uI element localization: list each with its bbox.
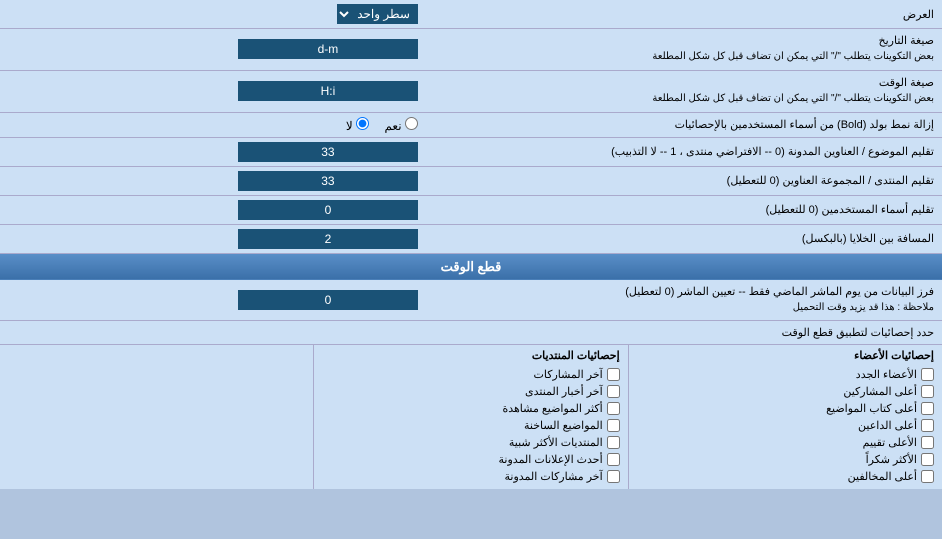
- checkbox-hot-topics[interactable]: المواضيع الساخنة: [322, 417, 619, 434]
- label-bold-remove: إزالة نمط بولد (Bold) من أسماء المستخدمي…: [424, 112, 942, 137]
- trim-forum-input[interactable]: [238, 171, 418, 191]
- checkbox-top-inviters[interactable]: أعلى الداعين: [637, 417, 934, 434]
- label-trim-usernames: تقليم أسماء المستخدمين (0 للتعطيل): [424, 195, 942, 224]
- checkbox-top-posters[interactable]: أعلى المشاركين: [637, 383, 934, 400]
- checkbox-label-top-thread-authors: أعلى كتاب المواضيع: [826, 402, 917, 415]
- checkbox-label-top-posters: أعلى المشاركين: [843, 385, 917, 398]
- col1-title: إحصائيات الأعضاء: [637, 349, 934, 362]
- filter-data-input[interactable]: [238, 290, 418, 310]
- checkbox-label-top-violators: أعلى المخالفين: [848, 470, 917, 483]
- trim-topic-input[interactable]: [238, 142, 418, 162]
- checkbox-forum-news[interactable]: آخر أخبار المنتدى: [322, 383, 619, 400]
- col3-placeholder: [8, 349, 305, 361]
- section-cutoff-time: قطع الوقت: [0, 253, 942, 280]
- stats-apply-label: حدد إحصائيات لتطبيق قطع الوقت: [0, 321, 942, 345]
- radio-no[interactable]: [356, 117, 369, 130]
- checkbox-label-top-inviters: أعلى الداعين: [858, 419, 917, 432]
- checkbox-label-top-rated: الأعلى تقييم: [863, 436, 917, 449]
- cell-spacing-input[interactable]: [238, 229, 418, 249]
- checkbox-last-posts[interactable]: آخر المشاركات: [322, 366, 619, 383]
- radio-no-label[interactable]: لا: [346, 119, 369, 133]
- trim-usernames-input[interactable]: [238, 200, 418, 220]
- عرض-dropdown[interactable]: سطر واحد: [337, 4, 418, 24]
- label-trim-topic: تقليم الموضوع / العناوين المدونة (0 -- ا…: [424, 137, 942, 166]
- radio-yes-label[interactable]: نعم: [381, 119, 418, 133]
- checkbox-top-violators[interactable]: أعلى المخالفين: [637, 468, 934, 485]
- checkbox-label-new-members: الأعضاء الجدد: [856, 368, 917, 381]
- checkbox-most-viewed[interactable]: أكثر المواضيع مشاهدة: [322, 400, 619, 417]
- label-date-format: صيغة التاريخ بعض التكوينات يتطلب "/" الت…: [424, 29, 942, 71]
- checkbox-label-latest-announcements: أحدث الإعلانات المدونة: [499, 453, 603, 466]
- checkbox-label-most-viewed: أكثر المواضيع مشاهدة: [502, 402, 602, 415]
- time-format-input[interactable]: [238, 81, 418, 101]
- checkbox-label-last-posts: آخر المشاركات: [534, 368, 603, 381]
- checkbox-label-most-thanked: الأكثر شكراً: [866, 453, 917, 466]
- label-trim-forum: تقليم المنتدى / المجموعة العناوين (0 للت…: [424, 166, 942, 195]
- checkbox-most-thanked[interactable]: الأكثر شكراً: [637, 451, 934, 468]
- col2-title: إحصائيات المنتديات: [322, 349, 619, 362]
- checkbox-latest-announcements[interactable]: أحدث الإعلانات المدونة: [322, 451, 619, 468]
- label-time-format: صيغة الوقت بعض التكوينات يتطلب "/" التي …: [424, 70, 942, 112]
- checkbox-label-most-popular-forums: المنتديات الأكثر شبية: [509, 436, 603, 449]
- checkbox-most-popular-forums[interactable]: المنتديات الأكثر شبية: [322, 434, 619, 451]
- label-cell-spacing: المسافة بين الخلايا (بالبكسل): [424, 224, 942, 253]
- checkbox-top-thread-authors[interactable]: أعلى كتاب المواضيع: [637, 400, 934, 417]
- checkbox-last-blog-posts[interactable]: آخر مشاركات المدونة: [322, 468, 619, 485]
- checkbox-top-rated[interactable]: الأعلى تقييم: [637, 434, 934, 451]
- checkbox-new-members[interactable]: الأعضاء الجدد: [637, 366, 934, 383]
- label-عرض: العرض: [424, 0, 942, 29]
- checkbox-label-forum-news: آخر أخبار المنتدى: [525, 385, 603, 398]
- date-format-input[interactable]: [238, 39, 418, 59]
- checkbox-label-last-blog-posts: آخر مشاركات المدونة: [505, 470, 603, 483]
- label-filter-data: فرز البيانات من يوم الماشر الماضي فقط --…: [424, 280, 942, 321]
- checkbox-label-hot-topics: المواضيع الساخنة: [524, 419, 603, 432]
- radio-yes[interactable]: [405, 117, 418, 130]
